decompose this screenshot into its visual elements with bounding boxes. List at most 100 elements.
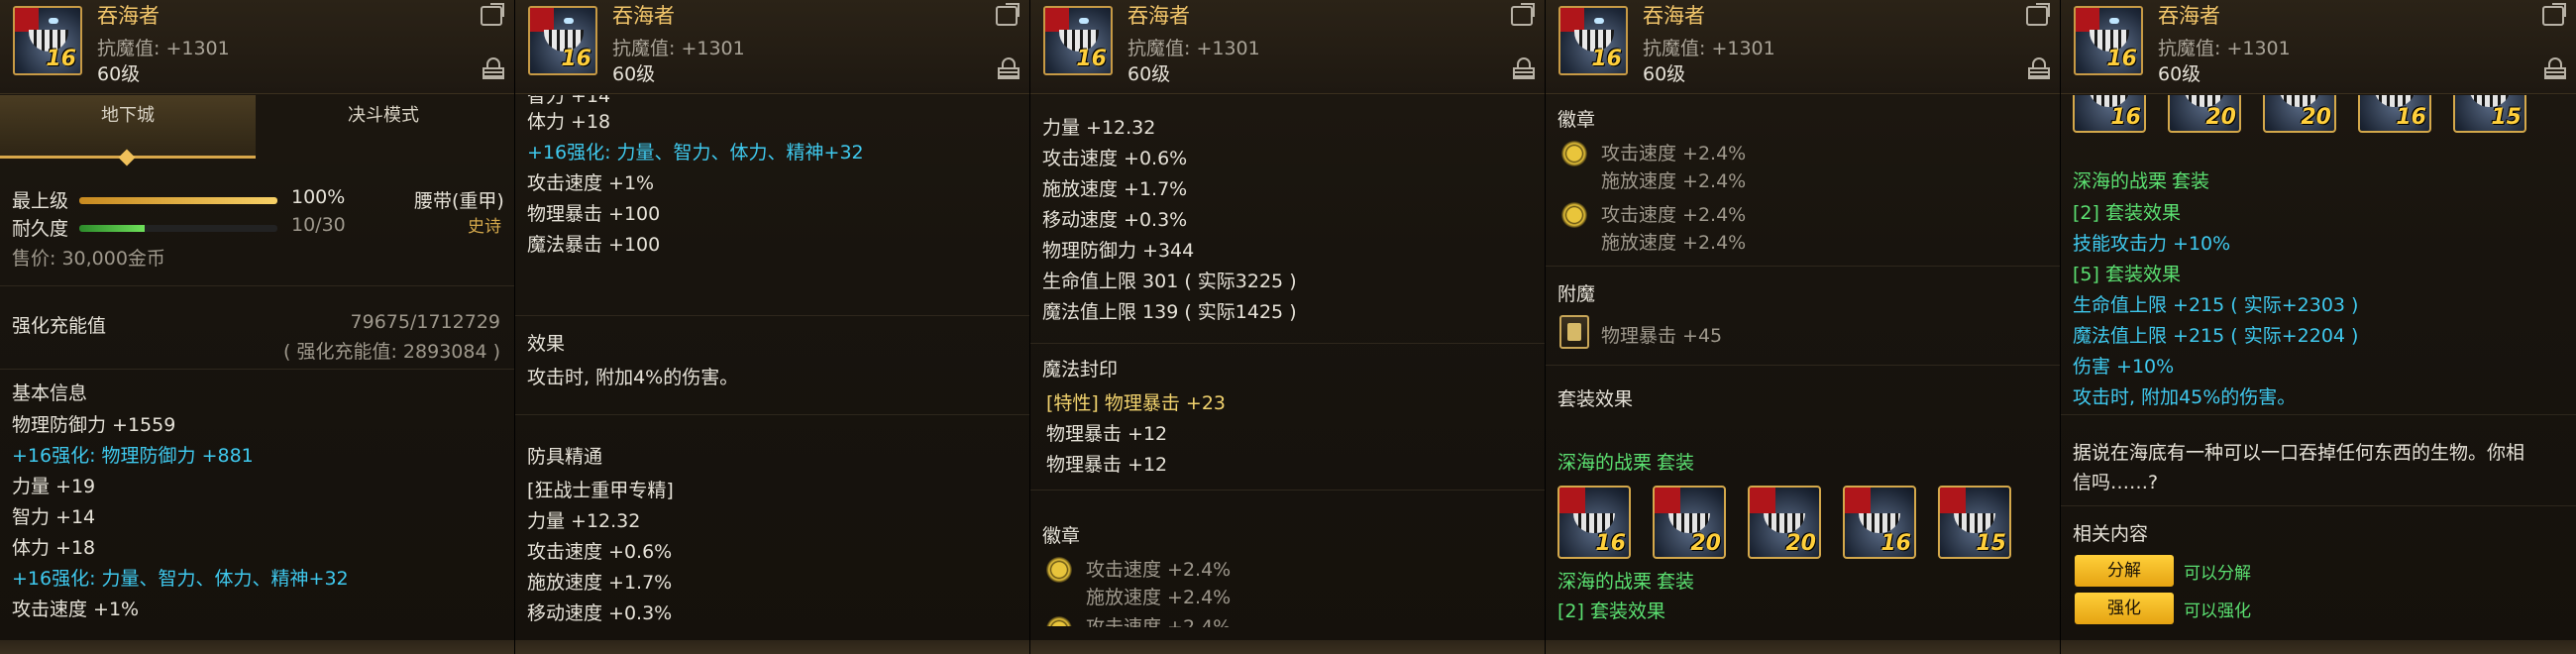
set-item-icon[interactable]: 15 xyxy=(1938,486,2011,559)
set-item-icon[interactable]: 16 xyxy=(1843,486,1916,559)
stat-line: +16强化: 力量、智力、体力、精神+32 xyxy=(527,142,864,164)
mastery-line: 攻击速度 +0.6% xyxy=(527,541,673,563)
enchant-card-icon xyxy=(1559,315,1589,349)
charge-label: 强化充能值 xyxy=(12,315,107,337)
lock-icon[interactable] xyxy=(2544,57,2566,79)
grade-value: 100% xyxy=(291,186,346,208)
set-item-level: 20 xyxy=(1690,531,1721,556)
set-item-icon[interactable]: 20 xyxy=(2168,95,2241,133)
seal-line: 物理暴击 +12 xyxy=(1046,423,1168,445)
item-icon: 16 xyxy=(528,6,597,75)
set-item-icon[interactable]: 16 xyxy=(1557,486,1631,559)
flavor-text: 信吗……? xyxy=(2073,472,2159,493)
stat-line: 魔法暴击 +100 xyxy=(527,234,661,256)
set-item-icon[interactable]: 20 xyxy=(1653,486,1726,559)
stat-line: 物理防御力 +1559 xyxy=(12,414,176,436)
stat-line: 体力 +18 xyxy=(527,111,611,133)
flavor-text: 据说在海底有一种可以一口吞掉任何东西的生物。你相 xyxy=(2073,442,2525,464)
stat-line: 力量 +12.32 xyxy=(1042,117,1156,139)
set-item-level: 20 xyxy=(2301,105,2331,130)
enhance-level: 16 xyxy=(46,47,76,71)
lock-icon[interactable] xyxy=(998,57,1020,79)
anti-magic-value: 抗魔值: +1301 xyxy=(1127,38,1260,59)
item-level: 60级 xyxy=(2158,63,2201,85)
item-icon: 16 xyxy=(2074,6,2143,75)
set-item-level: 16 xyxy=(2110,105,2141,130)
rarity: 史诗 xyxy=(468,217,501,237)
set-item-icon[interactable]: 20 xyxy=(1748,486,1821,559)
emblem-title: 徽章 xyxy=(1557,109,1596,131)
set-item-level: 16 xyxy=(1595,531,1626,556)
tab-pvp[interactable]: 决斗模式 xyxy=(256,95,511,159)
lock-icon[interactable] xyxy=(2028,57,2050,79)
effect-text: 攻击时, 附加4%的伤害。 xyxy=(527,367,739,388)
stat-line: 攻击速度 +1% xyxy=(527,172,655,194)
set-item-level: 15 xyxy=(2491,105,2522,130)
share-icon[interactable] xyxy=(2542,3,2566,26)
stat-line: +16强化: 力量、智力、体力、精神+32 xyxy=(12,568,349,590)
related-title: 相关内容 xyxy=(2073,523,2149,545)
set-item-level: 16 xyxy=(1880,531,1911,556)
set-item-level: 15 xyxy=(1976,531,2006,556)
set-tag: 套装 xyxy=(1657,571,1695,593)
emblem-line: 施放速度 +2.4% xyxy=(1601,170,1747,192)
charge-value: 79675/1712729 xyxy=(350,311,500,333)
mastery-title: 防具精通 xyxy=(527,446,603,468)
basic-info-title: 基本信息 xyxy=(12,382,88,404)
item-tooltip-panel-2: 16 吞海者 抗魔值: +1301 60级 智力 +14 体力 +18 +16强化… xyxy=(515,0,1030,654)
seal-line: [特性] 物理暴击 +23 xyxy=(1046,392,1227,414)
set-name: 深海的战栗 xyxy=(1557,452,1653,474)
item-name: 吞海者 xyxy=(612,4,675,28)
set-item-icon[interactable]: 20 xyxy=(2263,95,2336,133)
set-bonus-line: [5] 套装效果 xyxy=(2073,264,2181,285)
tab-dungeon[interactable]: 地下城 xyxy=(0,95,256,159)
anti-magic-value: 抗魔值: +1301 xyxy=(612,38,745,59)
item-icon: 16 xyxy=(13,6,82,75)
anti-magic-value: 抗魔值: +1301 xyxy=(2158,38,2291,59)
set-item-icon[interactable]: 16 xyxy=(2358,95,2431,133)
tooltip-strip: 16 吞海者 抗魔值: +1301 60级 地下城 决斗模式 最上级 100% … xyxy=(0,0,2576,654)
emblem-title: 徽章 xyxy=(1042,525,1081,547)
share-icon[interactable] xyxy=(996,3,1020,26)
mastery-line: 施放速度 +1.7% xyxy=(527,572,673,594)
seal-title: 魔法封印 xyxy=(1042,359,1119,381)
stat-line: 施放速度 +1.7% xyxy=(1042,178,1188,200)
stat-line: 攻击速度 +1% xyxy=(12,599,140,620)
sell-price: 售价: 30,000金币 xyxy=(12,248,165,270)
set-item-icon[interactable]: 16 xyxy=(2073,95,2146,133)
mastery-line: 移动速度 +0.3% xyxy=(527,602,673,624)
charge-sub: ( 强化充能值: 2893084 ) xyxy=(283,341,500,363)
share-icon[interactable] xyxy=(481,3,504,26)
set-bonus-line: 技能攻击力 +10% xyxy=(2073,233,2231,255)
stat-line: 生命值上限 301 ( 实际3225 ) xyxy=(1042,271,1297,292)
emblem-line: 攻击速度 +2.4% xyxy=(1601,204,1747,226)
stat-line: 移动速度 +0.3% xyxy=(1042,209,1188,231)
disassemble-button[interactable]: 分解 xyxy=(2075,555,2174,587)
emblem-line: 攻击速度 +2.4% xyxy=(1086,559,1232,581)
stat-line: 力量 +19 xyxy=(12,476,96,497)
lock-icon[interactable] xyxy=(483,57,504,79)
set-item-level: 20 xyxy=(2205,105,2236,130)
set-tag: 套装 xyxy=(1657,452,1695,474)
set-name: 深海的战栗 xyxy=(2073,170,2168,192)
emblem-icon xyxy=(1561,202,1587,228)
durability-value: 10/30 xyxy=(291,214,346,236)
share-icon[interactable] xyxy=(2026,3,2050,26)
set-name: 深海的战栗 xyxy=(1557,571,1653,593)
enhance-button[interactable]: 强化 xyxy=(2075,593,2174,624)
stat-line: 攻击速度 +0.6% xyxy=(1042,148,1188,169)
item-level: 60级 xyxy=(612,63,656,85)
lock-icon[interactable] xyxy=(1513,57,1535,79)
set-tag: 套装 xyxy=(2172,170,2210,192)
grade-label: 最上级 xyxy=(12,190,69,212)
durability-label: 耐久度 xyxy=(12,218,69,240)
share-icon[interactable] xyxy=(1511,3,1535,26)
mastery-line: [狂战士重甲专精] xyxy=(527,480,674,501)
emblem-icon xyxy=(1561,141,1587,166)
set-bonus-line: 生命值上限 +215 ( 实际+2303 ) xyxy=(2073,294,2359,316)
emblem-icon xyxy=(1046,616,1072,626)
set-item-icon[interactable]: 15 xyxy=(2453,95,2526,133)
emblem-line: 施放速度 +2.4% xyxy=(1601,232,1747,254)
set-bonus-line: 攻击时, 附加45%的伤害。 xyxy=(2073,386,2297,408)
seal-line: 物理暴击 +12 xyxy=(1046,454,1168,476)
